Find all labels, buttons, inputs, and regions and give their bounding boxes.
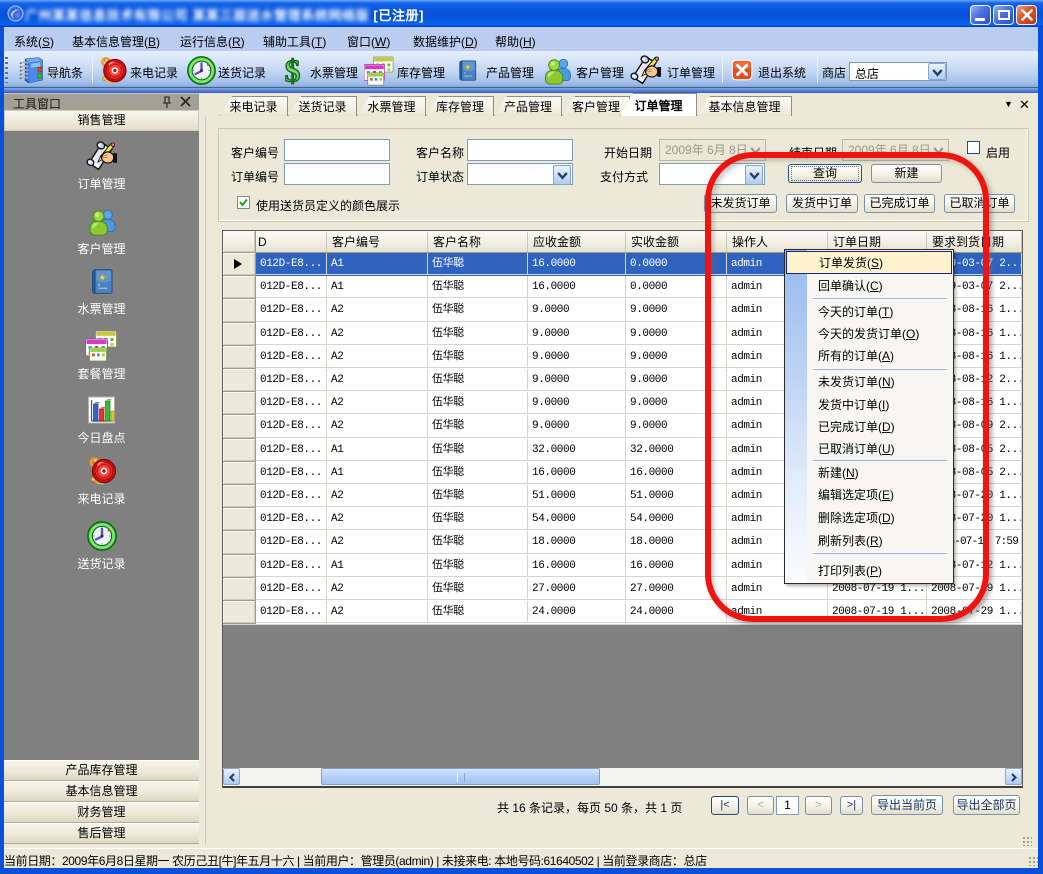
svg-text:$: $ <box>285 55 301 87</box>
